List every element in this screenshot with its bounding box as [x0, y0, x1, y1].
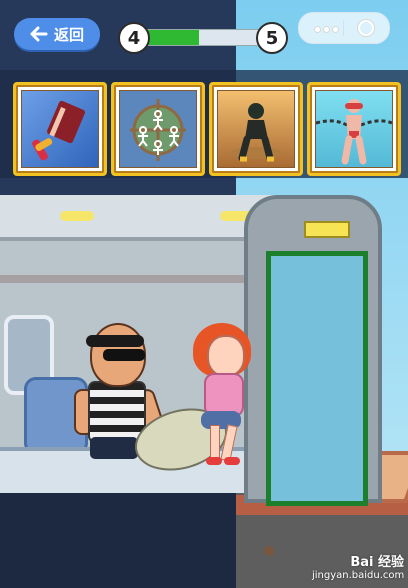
- watermark-url: jingyan.baidu.com: [312, 570, 405, 581]
- current-level-badge: 4: [118, 22, 150, 54]
- back-button[interactable]: 返回: [14, 18, 100, 50]
- train-door[interactable]: [244, 195, 382, 506]
- chained-swimmer-icon: [315, 90, 393, 168]
- door-sign: [304, 221, 350, 238]
- villain-legs: [90, 437, 138, 459]
- compass-stick-figures-icon: [119, 90, 197, 168]
- more-dots-icon[interactable]: [315, 27, 338, 32]
- progress-track: [144, 29, 264, 46]
- red-shoe-left: [206, 457, 222, 465]
- next-level-badge: 5: [256, 22, 288, 54]
- green-door-frame[interactable]: [266, 251, 368, 506]
- record-circle-icon[interactable]: [358, 20, 374, 36]
- back-button-label: 返回: [53, 25, 84, 44]
- ground-rock: [264, 546, 274, 556]
- girl-left-leg: [210, 425, 220, 461]
- capsule-divider: [343, 20, 344, 36]
- desert-soldier-icon: [217, 90, 295, 168]
- miniprogram-capsule[interactable]: [298, 12, 390, 44]
- level-card-3[interactable]: [209, 82, 303, 176]
- girl-face: [207, 335, 245, 377]
- progress-fill: [145, 30, 200, 45]
- level-selector: [13, 82, 408, 176]
- ceiling-light: [60, 211, 94, 221]
- watermark-brand: Bai 经验: [350, 555, 404, 570]
- black-bandana: [86, 335, 144, 347]
- girl-character[interactable]: [190, 323, 254, 465]
- red-book-and-hammer-icon: [21, 90, 99, 168]
- game-scene: [0, 195, 408, 588]
- level-card-2[interactable]: [111, 82, 205, 176]
- level-progress: 4 5: [118, 22, 288, 54]
- sunglasses: [103, 349, 145, 361]
- level-card-4[interactable]: [307, 82, 401, 176]
- level-card-1[interactable]: [13, 82, 107, 176]
- baidu-jingyan-watermark: Bai 经验 jingyan.baidu.com: [312, 556, 404, 586]
- arrow-left-icon: [30, 26, 48, 42]
- red-shoe-right: [224, 457, 240, 465]
